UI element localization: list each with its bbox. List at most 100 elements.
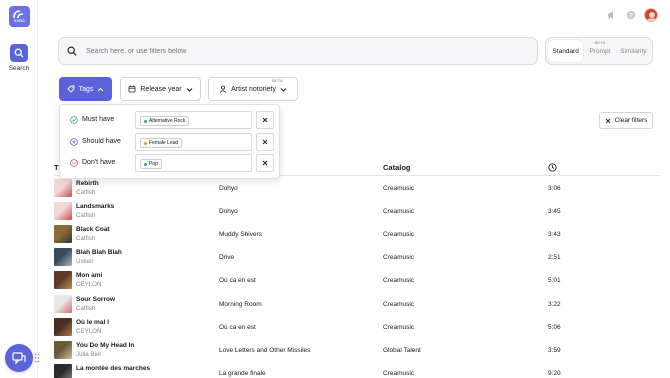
album-cover[interactable] (54, 248, 72, 267)
track-artist[interactable]: Usken (76, 258, 94, 265)
remove-rule-button[interactable] (256, 133, 274, 151)
help-icon[interactable]: ? (626, 10, 636, 20)
plus-circle-icon (70, 138, 78, 146)
track-artist[interactable]: Catfish (76, 305, 95, 312)
search-input[interactable] (86, 47, 506, 55)
track-catalog: Global Talent (383, 346, 421, 354)
track-album[interactable]: Où ca en est (219, 324, 256, 331)
track-title[interactable]: You Do My Head In (76, 342, 134, 349)
mode-prompt-label: Prompt (589, 47, 611, 55)
album-cover[interactable] (54, 363, 72, 378)
track-artist[interactable]: Catfish (76, 212, 95, 219)
track-title[interactable]: Black Coat (76, 226, 110, 233)
must-have-tag-field[interactable]: Alternative Rock (135, 111, 252, 129)
avatar-image-icon (647, 12, 657, 21)
track-artist[interactable]: Catfish (76, 189, 95, 196)
track-title[interactable]: Landsmarks (76, 203, 114, 210)
track-album[interactable]: Morning Room (219, 301, 262, 308)
tags-popover: Must have Alternative Rock Should have F… (59, 104, 280, 179)
tag-chip[interactable]: Female Lead (140, 138, 183, 148)
table-row[interactable]: Blah Blah Blah Usken Drive Creamusic 2:51 (54, 246, 660, 269)
track-catalog: Creamusic (383, 185, 415, 192)
album-cover[interactable] (54, 271, 72, 290)
track-album[interactable]: Love Letters and Other Missiles (219, 347, 310, 354)
track-title[interactable]: La montée des marches (76, 365, 150, 372)
track-catalog: Creamusic (383, 369, 415, 377)
tag-chip-label: Alternative Rock (149, 118, 186, 124)
album-cover[interactable] (54, 317, 72, 336)
remove-rule-button[interactable] (256, 111, 274, 129)
table-row[interactable]: You Do My Head In Julia Biel Love Letters … (54, 339, 660, 362)
table-row[interactable]: Sour Sorrow Catfish Morning Room Creamusic 3… (54, 293, 660, 316)
table-row[interactable]: Black Coat Catfish Muddy Shivers Creamusic 3… (54, 223, 660, 246)
album-cover[interactable] (54, 225, 72, 244)
sync-logo[interactable]: SYNC (9, 6, 30, 27)
track-artist[interactable]: CEYLON (76, 281, 101, 288)
mode-standard-label: Standard (552, 47, 579, 55)
mode-prompt-beta-badge: BETA (594, 41, 606, 45)
album-cover[interactable] (54, 340, 72, 359)
table-row[interactable]: Mon ami CEYLON Où ca en est Creamusic 5:01 (54, 269, 660, 292)
album-cover[interactable] (54, 202, 72, 221)
track-title[interactable]: Rebirth (76, 180, 99, 187)
remove-rule-button[interactable] (256, 154, 274, 172)
column-header-title[interactable]: T (54, 163, 59, 172)
rail-search-label: Search (8, 65, 30, 72)
track-album[interactable]: Où ca en est (219, 277, 256, 284)
track-title[interactable]: Sour Sorrow (76, 296, 115, 303)
chip-dot (144, 163, 147, 166)
track-album[interactable]: Dohyo (219, 208, 238, 215)
clock-icon[interactable] (548, 163, 557, 172)
table-row[interactable]: Où le mal l CEYLON Où ca en est Creamusic 5:… (54, 316, 660, 339)
track-album[interactable]: Drive (219, 254, 234, 261)
tag-chip[interactable]: Pop (140, 159, 162, 169)
chat-button[interactable] (5, 344, 33, 372)
track-duration: 5:01 (548, 277, 561, 285)
search-bar (58, 37, 538, 65)
rail-search-button[interactable] (10, 44, 28, 62)
check-circle-icon (70, 116, 78, 124)
track-artist[interactable]: Julia Biel (76, 351, 101, 358)
track-catalog: Creamusic (383, 231, 415, 239)
tags-filter-button[interactable]: Tags (59, 77, 112, 101)
mode-prompt[interactable]: BETA Prompt (583, 40, 616, 62)
track-album[interactable]: Dohyo (219, 185, 238, 192)
track-catalog: Creamusic (383, 323, 415, 331)
mode-similarity[interactable]: Similarity (617, 40, 650, 62)
user-avatar[interactable] (644, 8, 658, 22)
mode-standard[interactable]: Standard (548, 40, 584, 62)
tag-icon (66, 85, 75, 93)
dont-have-tag-field[interactable]: Pop (135, 154, 252, 172)
megaphone-icon[interactable] (607, 10, 617, 20)
artist-notoriety-filter-button[interactable]: BETA Artist notoriety (208, 77, 298, 101)
track-title[interactable]: Mon ami (76, 272, 102, 279)
close-icon (262, 160, 268, 166)
column-header-catalog[interactable]: Catalog (383, 163, 411, 172)
track-album[interactable]: Muddy Shivers (219, 231, 262, 238)
table-row[interactable]: Rebirth Catfish Dohyo Creamusic 3:06 (54, 177, 660, 200)
album-cover[interactable] (54, 294, 72, 313)
drag-handle-icon[interactable] (34, 353, 40, 363)
track-artist[interactable]: CEYLON (76, 328, 101, 335)
tag-rule-label: Should have (82, 138, 121, 145)
track-duration: 3:43 (548, 231, 561, 239)
left-rail: SYNC Search (0, 0, 40, 378)
tag-rule-label: Don't have (82, 159, 116, 166)
should-have-tag-field[interactable]: Female Lead (135, 133, 252, 151)
album-cover[interactable] (54, 179, 72, 197)
clear-filters-button[interactable]: Clear filters (599, 112, 653, 129)
track-title[interactable]: Où le mal l (76, 319, 109, 326)
track-album[interactable]: La grande finale (219, 370, 266, 377)
tag-rule-dont-have: Don't have Pop (60, 154, 281, 172)
artist-notoriety-beta-badge: BETA (272, 79, 283, 83)
track-duration: 5:06 (548, 323, 561, 331)
search-icon (14, 48, 24, 58)
track-title[interactable]: Blah Blah Blah (76, 249, 122, 256)
release-year-filter-button[interactable]: Release year (120, 77, 201, 101)
tag-chip[interactable]: Alternative Rock (140, 116, 190, 126)
table-row[interactable]: La montée des marches La grande finale Cre… (54, 362, 660, 378)
calendar-icon (128, 85, 136, 93)
track-duration: 3:22 (548, 300, 561, 308)
track-artist[interactable]: Catfish (76, 235, 95, 242)
table-row[interactable]: Landsmarks Catfish Dohyo Creamusic 3:45 (54, 200, 660, 223)
